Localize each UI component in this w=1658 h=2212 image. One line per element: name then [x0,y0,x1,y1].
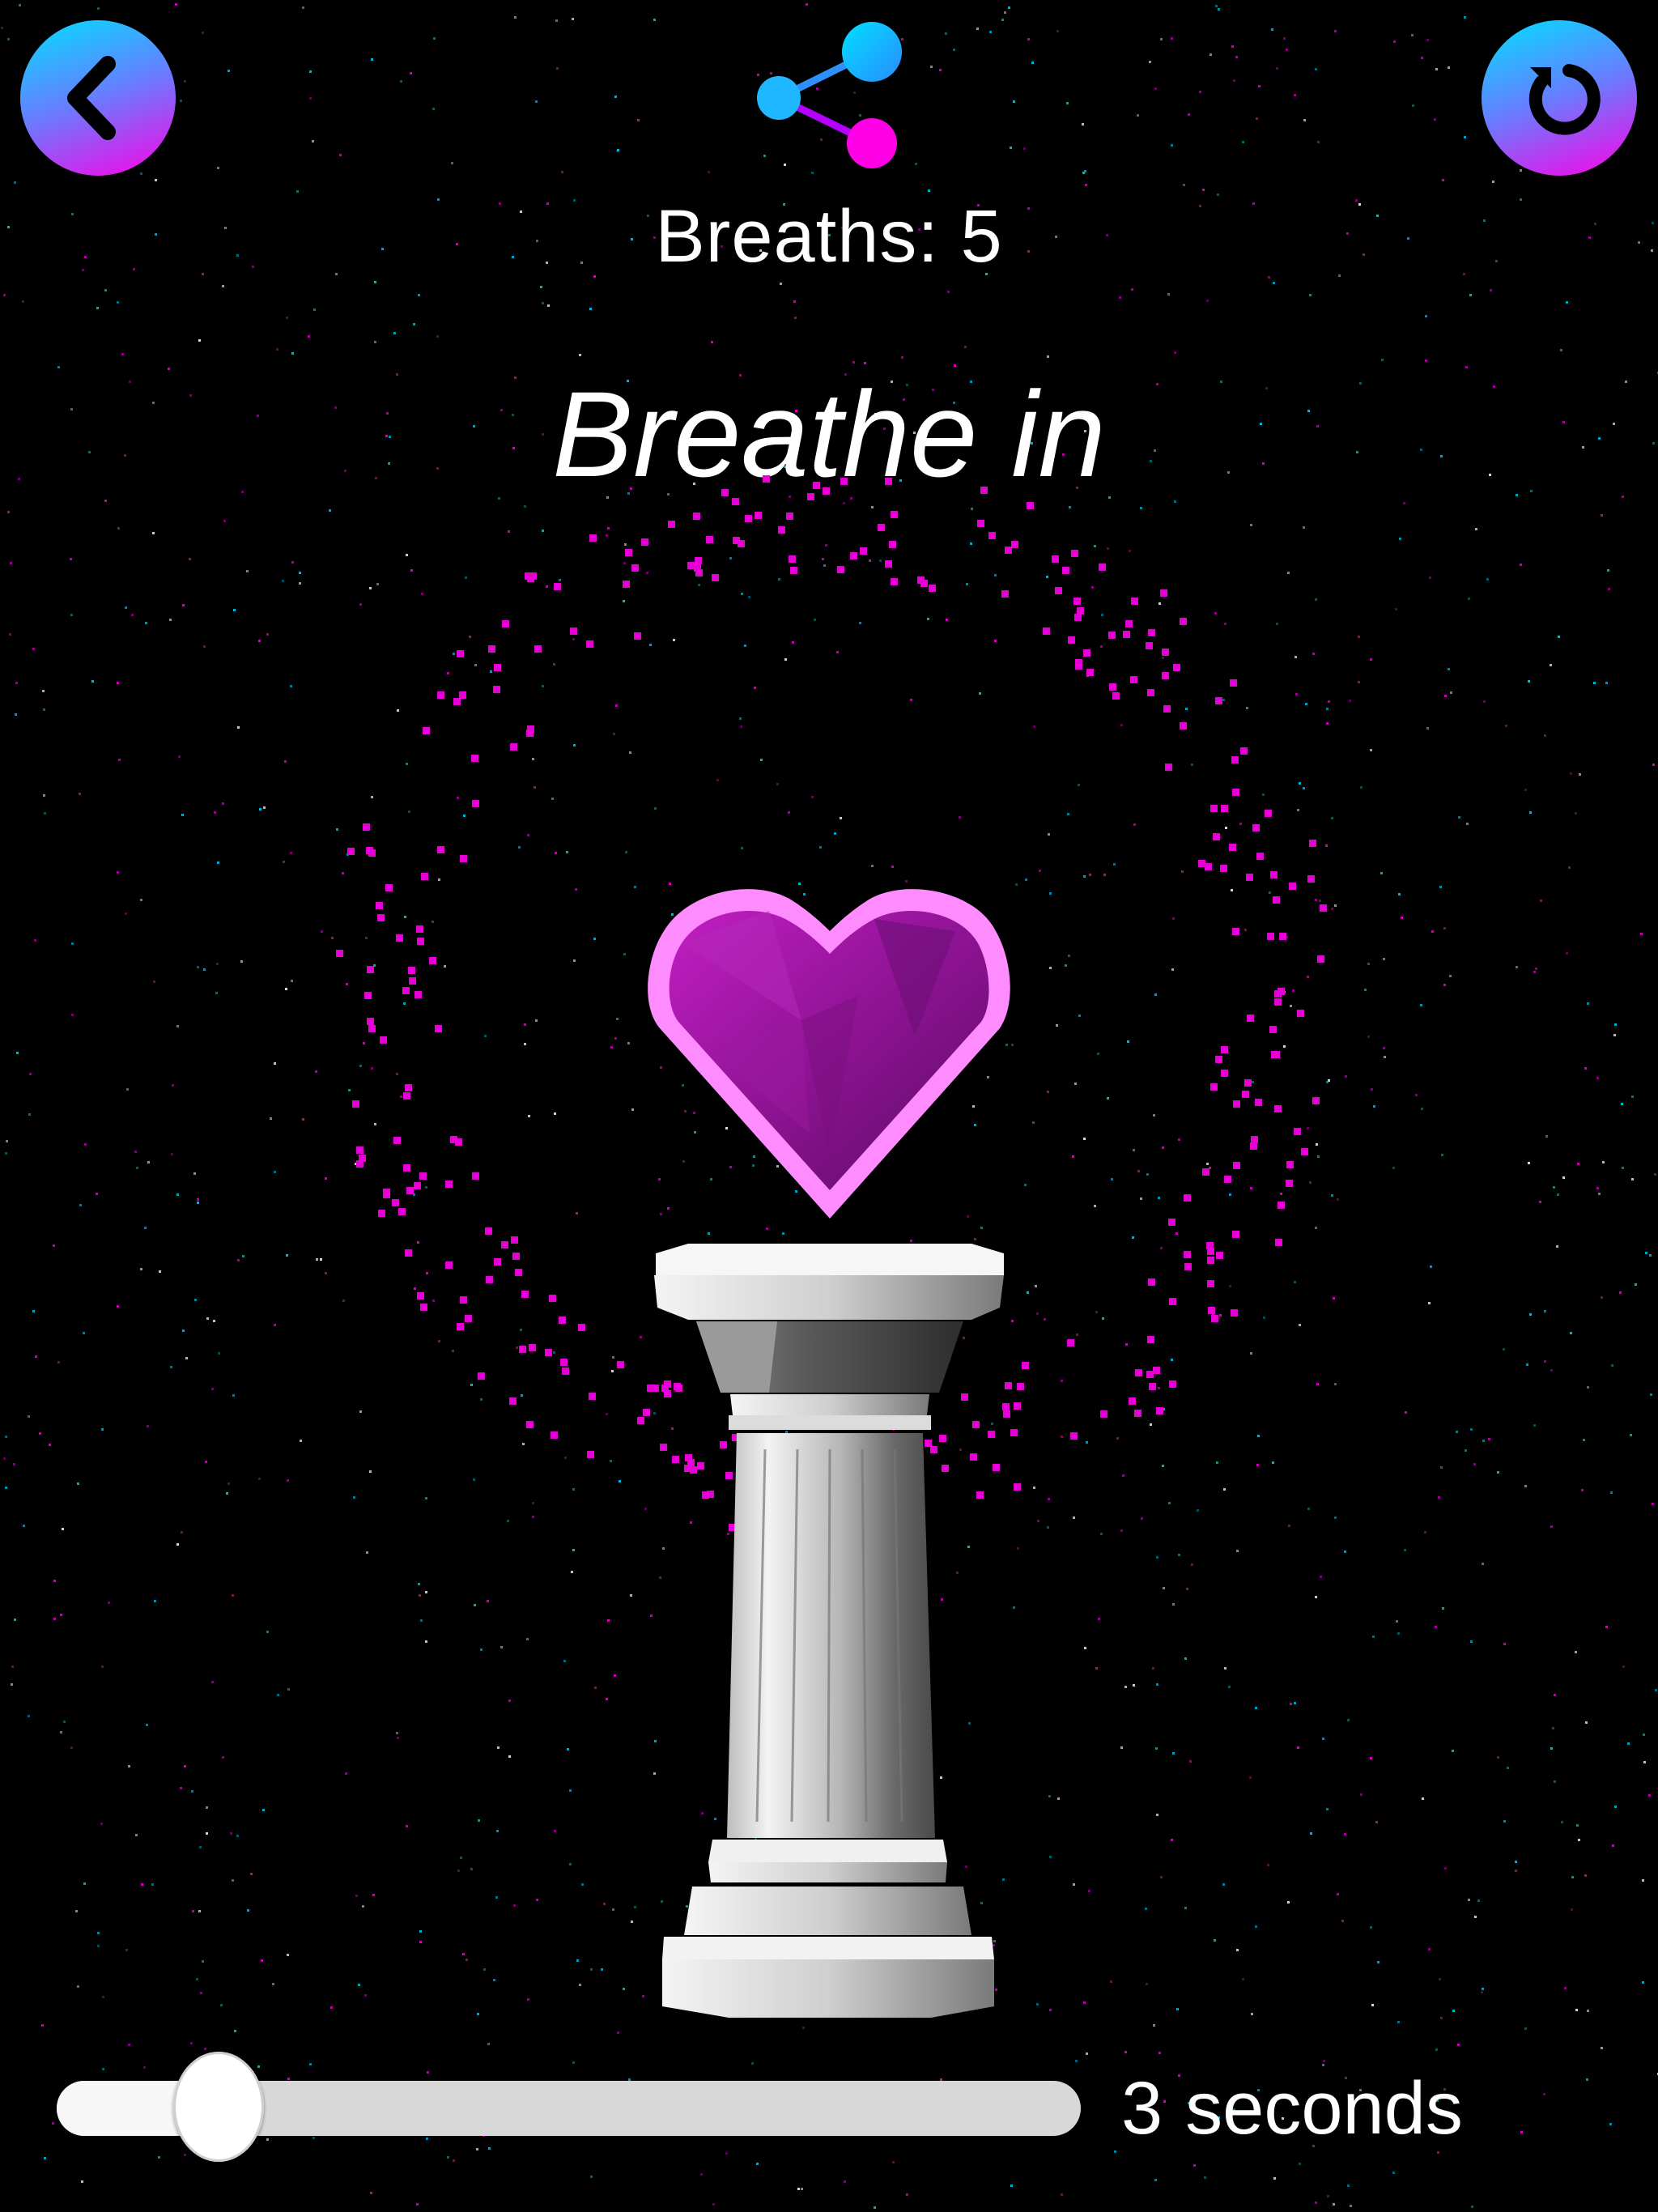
slider-thumb[interactable] [173,2052,264,2162]
duration-unit: seconds [1185,2067,1463,2150]
duration-label: 3 seconds [1121,2066,1463,2151]
scene-3d [648,889,1010,2018]
duration-slider[interactable] [57,2052,1081,2162]
heart-icon [648,889,1010,1219]
pedestal-column [654,1244,1004,2018]
duration-value: 3 [1121,2067,1163,2150]
